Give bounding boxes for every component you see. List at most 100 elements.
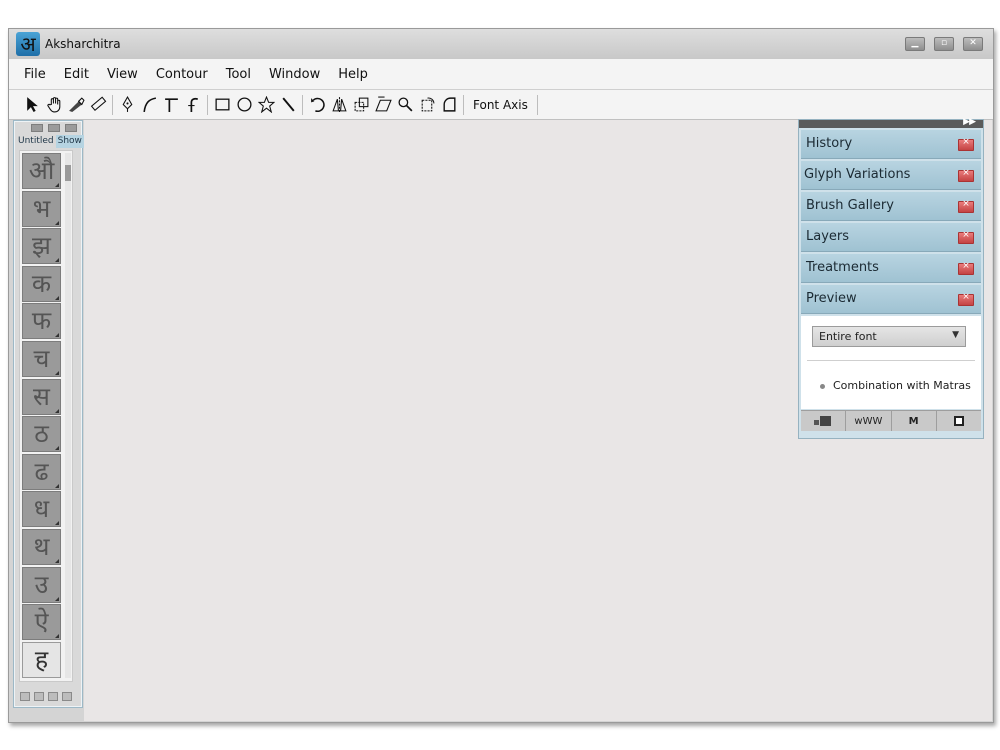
panel-glyph-variations[interactable]: Glyph Variations — [801, 161, 981, 190]
glyph-character: झ — [32, 231, 51, 261]
close-icon[interactable] — [958, 261, 974, 275]
glyph-cell[interactable]: ह — [22, 641, 61, 678]
corner-marker-icon — [55, 446, 59, 451]
transform-icon[interactable] — [416, 94, 438, 116]
pointer-arrow-icon[interactable] — [21, 94, 43, 116]
select-value: Entire font — [819, 330, 877, 343]
www-button[interactable]: wWW — [846, 411, 892, 431]
close-window-button[interactable]: ✕ — [963, 37, 983, 51]
www-label: wWW — [854, 415, 883, 427]
glyph-cell[interactable]: उ — [22, 566, 61, 603]
panel-brush-gallery[interactable]: Brush Gallery — [801, 192, 981, 221]
skew-icon[interactable] — [372, 94, 394, 116]
glyph-list: औभझकफचसठढधथउऐह — [19, 150, 73, 682]
corner-marker-icon — [55, 596, 59, 601]
menu-help[interactable]: Help — [329, 67, 377, 82]
glyph-cell[interactable]: औ — [22, 153, 61, 189]
glyph-character: औ — [28, 156, 55, 185]
panel-minimize-button[interactable] — [31, 124, 43, 132]
footer-tool-4-button[interactable] — [62, 692, 72, 701]
chevron-down-icon: ▼ — [952, 330, 959, 340]
menu-window[interactable]: Window — [260, 67, 329, 82]
scale-icon[interactable] — [350, 94, 372, 116]
close-icon[interactable] — [958, 292, 974, 306]
text-block-button[interactable] — [801, 411, 847, 431]
glyph-cell[interactable]: भ — [22, 190, 61, 227]
m-button[interactable]: M — [892, 411, 937, 431]
zoom-icon[interactable] — [394, 94, 416, 116]
glyph-panel-controls — [31, 124, 77, 132]
corner-point-icon[interactable] — [160, 94, 182, 116]
corner-marker-icon — [55, 371, 59, 375]
footer-tool-3-button[interactable] — [48, 692, 58, 701]
panel-treatments[interactable]: Treatments — [801, 254, 981, 283]
ellipse-icon[interactable] — [233, 94, 255, 116]
glyph-character: फ — [31, 306, 52, 336]
line-tool-icon[interactable] — [277, 94, 299, 116]
preview-toolbar: wWW M — [801, 410, 981, 431]
glyph-cell[interactable]: थ — [22, 529, 61, 565]
ruler-icon[interactable] — [87, 94, 109, 116]
close-icon[interactable] — [958, 230, 974, 244]
font-axis-button[interactable]: Font Axis — [467, 98, 534, 112]
tab-untitled[interactable]: Untitled — [16, 135, 56, 148]
option-label: Combination with Matras — [833, 379, 971, 392]
maximize-button[interactable]: ▫ — [934, 37, 954, 51]
collapse-panels-icon[interactable]: ▶▶ — [963, 117, 976, 127]
glyph-cell[interactable]: ढ — [22, 453, 61, 490]
preview-option-combination[interactable]: Combination with Matras — [821, 379, 971, 392]
curve-tool-icon[interactable] — [138, 94, 160, 116]
glyph-cell[interactable]: ठ — [22, 416, 61, 453]
menu-edit[interactable]: Edit — [55, 67, 98, 82]
footer-tool-2-button[interactable] — [34, 692, 44, 701]
frame-button[interactable] — [937, 411, 981, 431]
tangent-point-icon[interactable] — [182, 94, 204, 116]
menu-file[interactable]: File — [15, 67, 55, 82]
panel-label: Preview — [806, 291, 857, 306]
close-icon[interactable] — [958, 168, 974, 182]
mirror-icon[interactable] — [328, 94, 350, 116]
glyph-character: ध — [33, 494, 50, 524]
glyph-character: ढ — [34, 456, 49, 486]
pen-nib-icon[interactable] — [116, 94, 138, 116]
hand-pan-icon[interactable] — [43, 94, 65, 116]
panel-close-button[interactable] — [65, 124, 77, 132]
tab-show[interactable]: Show — [55, 135, 84, 148]
panel-label: History — [806, 136, 853, 151]
panel-layers[interactable]: Layers — [801, 223, 981, 252]
glyph-cell[interactable]: ऐ — [22, 604, 61, 641]
preview-scope-select[interactable]: Entire font ▼ — [812, 326, 966, 347]
glyph-character: क — [31, 268, 52, 298]
footer-tool-1-button[interactable] — [20, 692, 30, 701]
glyph-cell[interactable]: झ — [22, 228, 61, 265]
menu-view[interactable]: View — [98, 67, 147, 82]
close-icon[interactable] — [958, 199, 974, 213]
panel-history[interactable]: History — [801, 130, 981, 159]
panel-label: Treatments — [806, 260, 879, 275]
knife-icon[interactable] — [65, 94, 87, 116]
corner-marker-icon — [55, 408, 59, 413]
scrollbar-thumb[interactable] — [65, 165, 71, 181]
minimize-button[interactable]: ▁ — [905, 37, 925, 51]
corner-marker-icon — [55, 634, 59, 639]
window-title: Aksharchitra — [45, 37, 121, 51]
panel-preview[interactable]: Preview — [801, 285, 981, 314]
glyph-list-scrollbar[interactable] — [65, 153, 71, 678]
menu-contour[interactable]: Contour — [147, 67, 217, 82]
panel-restore-button[interactable] — [48, 124, 60, 132]
glyph-character: भ — [32, 193, 51, 223]
glyph-cell[interactable]: क — [22, 265, 61, 302]
rectangle-icon[interactable] — [211, 94, 233, 116]
rotate-icon[interactable] — [306, 94, 328, 116]
glyph-cell[interactable]: च — [22, 341, 61, 377]
glyph-cell[interactable]: फ — [22, 303, 61, 340]
glyph-cell[interactable]: स — [22, 378, 61, 415]
close-icon[interactable] — [958, 137, 974, 151]
menu-tool[interactable]: Tool — [217, 67, 260, 82]
toolbar-separator — [302, 94, 303, 115]
rounded-corner-icon[interactable] — [438, 94, 460, 116]
corner-marker-icon — [55, 521, 59, 526]
star-icon[interactable] — [255, 94, 277, 116]
glyph-cell[interactable]: ध — [22, 491, 61, 528]
m-label: M — [908, 415, 919, 427]
